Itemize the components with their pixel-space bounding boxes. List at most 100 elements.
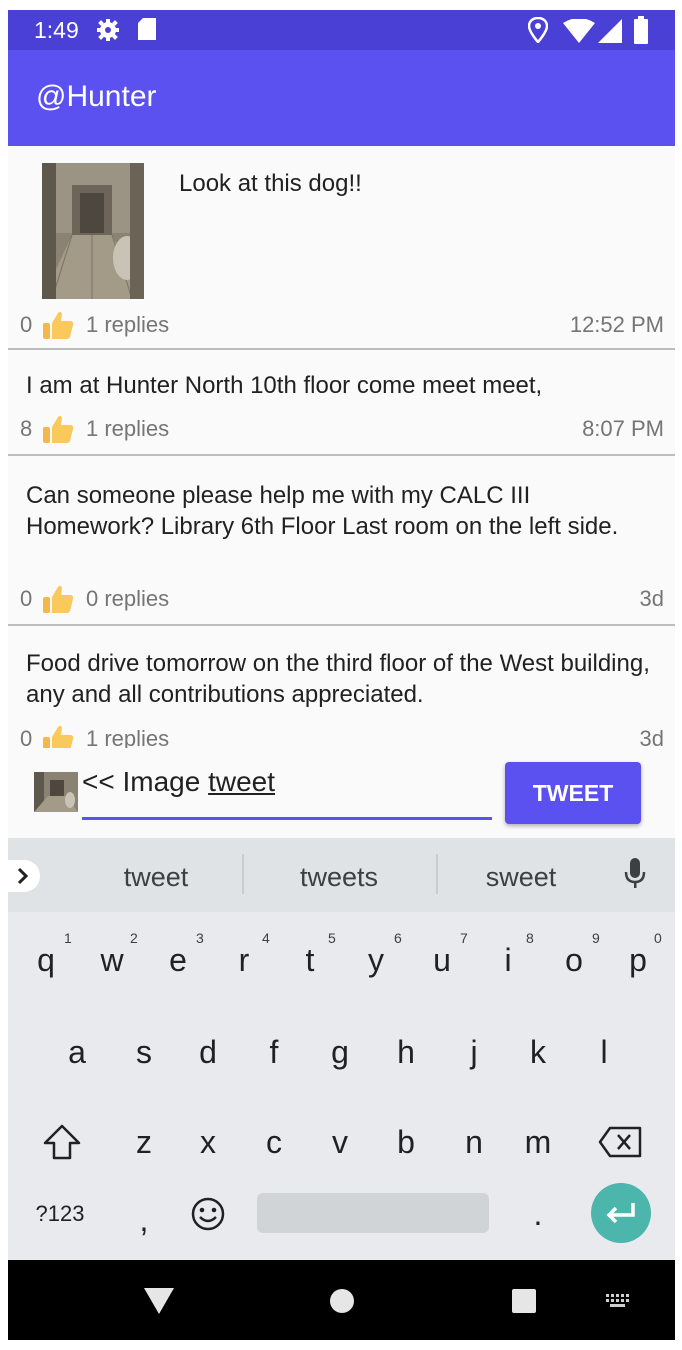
post-meta: 0 0 replies 3d <box>20 584 664 614</box>
backspace-key[interactable] <box>590 1112 650 1172</box>
key-f[interactable]: f <box>244 1022 304 1082</box>
list-item[interactable]: Food drive tomorrow on the third floor o… <box>8 626 675 748</box>
shift-icon <box>43 1124 81 1160</box>
suggestion-divider <box>436 854 438 894</box>
thumbs-up-icon[interactable] <box>42 310 74 340</box>
tweet-feed[interactable]: Look at this dog!! 0 1 replies 12:52 PM … <box>8 146 675 748</box>
signal-icon <box>598 19 622 48</box>
key-hint: 7 <box>460 930 468 946</box>
back-icon[interactable] <box>144 1288 174 1319</box>
post-time: 12:52 PM <box>569 312 664 337</box>
key-hint: 1 <box>64 930 72 946</box>
key-hint: 0 <box>654 930 662 946</box>
sd-card-icon <box>138 18 156 45</box>
emoji-icon <box>191 1197 225 1231</box>
chevron-right-icon <box>17 867 29 885</box>
key-j[interactable]: j <box>444 1022 504 1082</box>
emoji-key[interactable] <box>178 1184 238 1244</box>
key-l[interactable]: l <box>574 1022 634 1082</box>
key-a[interactable]: a <box>47 1022 107 1082</box>
input-prefix: << Image <box>82 766 209 797</box>
location-icon <box>527 16 549 48</box>
settings-icon <box>96 18 120 47</box>
suggestion-item[interactable]: sweet <box>446 862 596 893</box>
post-text: Food drive tomorrow on the third floor o… <box>26 650 650 708</box>
post-image[interactable] <box>42 163 144 299</box>
suggestion-item[interactable]: tweets <box>264 862 414 893</box>
reply-count[interactable]: 1 replies <box>86 416 169 442</box>
post-text: I am at Hunter North 10th floor come mee… <box>26 372 543 399</box>
key-hint: 2 <box>130 930 138 946</box>
tweet-input[interactable]: << Image tweet <box>82 766 492 806</box>
like-count: 0 <box>20 586 33 611</box>
post-meta: 8 1 replies 8:07 PM <box>20 414 664 444</box>
enter-icon <box>606 1203 635 1224</box>
phone-screen: 1:49 @Hunter Look at this dog!! 0 1 repl… <box>8 10 675 1340</box>
home-icon[interactable] <box>330 1289 354 1318</box>
key-hint: 6 <box>394 930 402 946</box>
input-underline <box>82 817 492 820</box>
compose-bar: << Image tweet TWEET <box>8 748 675 838</box>
key-hint: 3 <box>196 930 204 946</box>
mic-icon[interactable] <box>624 858 646 895</box>
shift-key[interactable] <box>32 1112 92 1172</box>
key-hint: 4 <box>262 930 270 946</box>
key-c[interactable]: c <box>244 1112 304 1172</box>
suggestion-divider <box>242 854 244 894</box>
post-time: 3d <box>639 726 664 748</box>
like-count: 8 <box>20 416 33 441</box>
expand-toolbar-button[interactable] <box>8 860 40 892</box>
attached-image-thumbnail[interactable] <box>34 772 78 812</box>
post-meta: 0 1 replies 12:52 PM <box>20 310 664 340</box>
key-g[interactable]: g <box>310 1022 370 1082</box>
post-time: 8:07 PM <box>582 416 664 441</box>
key-h[interactable]: h <box>376 1022 436 1082</box>
key-hint: 5 <box>328 930 336 946</box>
status-bar: 1:49 <box>8 10 675 50</box>
keyboard-switch-icon[interactable] <box>606 1294 630 1313</box>
key-x[interactable]: x <box>178 1112 238 1172</box>
thumbs-up-icon[interactable] <box>42 584 74 614</box>
post-meta: 0 1 replies 3d <box>20 724 664 748</box>
post-text: Can someone please help me with my CALC … <box>26 482 619 540</box>
key-n[interactable]: n <box>444 1112 504 1172</box>
page-title: @Hunter <box>36 80 157 113</box>
key-hint: 8 <box>526 930 534 946</box>
list-item[interactable]: Look at this dog!! 0 1 replies 12:52 PM <box>8 146 675 350</box>
reply-count[interactable]: 1 replies <box>86 726 169 748</box>
like-count: 0 <box>20 312 33 337</box>
period-key[interactable]: . <box>508 1184 568 1244</box>
key-d[interactable]: d <box>178 1022 238 1082</box>
status-time: 1:49 <box>34 17 79 43</box>
wifi-icon <box>563 18 595 48</box>
reply-count[interactable]: 1 replies <box>86 312 169 338</box>
soft-keyboard: tweet tweets sweet q w e r t y u i o p 1… <box>8 838 675 1260</box>
list-item[interactable]: I am at Hunter North 10th floor come mee… <box>8 350 675 456</box>
reply-count[interactable]: 0 replies <box>86 586 169 612</box>
recents-icon[interactable] <box>512 1289 536 1318</box>
comma-key[interactable]: , <box>114 1190 174 1250</box>
list-item[interactable]: Can someone please help me with my CALC … <box>8 456 675 626</box>
key-m[interactable]: m <box>508 1112 568 1172</box>
key-z[interactable]: z <box>114 1112 174 1172</box>
key-k[interactable]: k <box>508 1022 568 1082</box>
space-key[interactable] <box>257 1193 489 1233</box>
suggestion-item[interactable]: tweet <box>81 862 231 893</box>
post-text: Look at this dog!! <box>179 170 362 197</box>
key-s[interactable]: s <box>114 1022 174 1082</box>
post-time: 3d <box>639 586 664 611</box>
tweet-button[interactable]: TWEET <box>505 762 641 824</box>
like-count: 0 <box>20 726 33 748</box>
battery-icon <box>634 16 648 49</box>
suggestion-bar: tweet tweets sweet <box>8 838 675 912</box>
app-bar: @Hunter <box>8 50 675 146</box>
thumbs-up-icon[interactable] <box>42 414 74 444</box>
navigation-bar <box>8 1260 675 1340</box>
backspace-icon <box>598 1126 642 1158</box>
key-b[interactable]: b <box>376 1112 436 1172</box>
thumbs-up-icon[interactable] <box>42 724 74 748</box>
composing-word: tweet <box>208 766 276 797</box>
key-v[interactable]: v <box>310 1112 370 1172</box>
enter-key[interactable] <box>591 1183 651 1243</box>
symbols-key[interactable]: ?123 <box>22 1184 98 1244</box>
